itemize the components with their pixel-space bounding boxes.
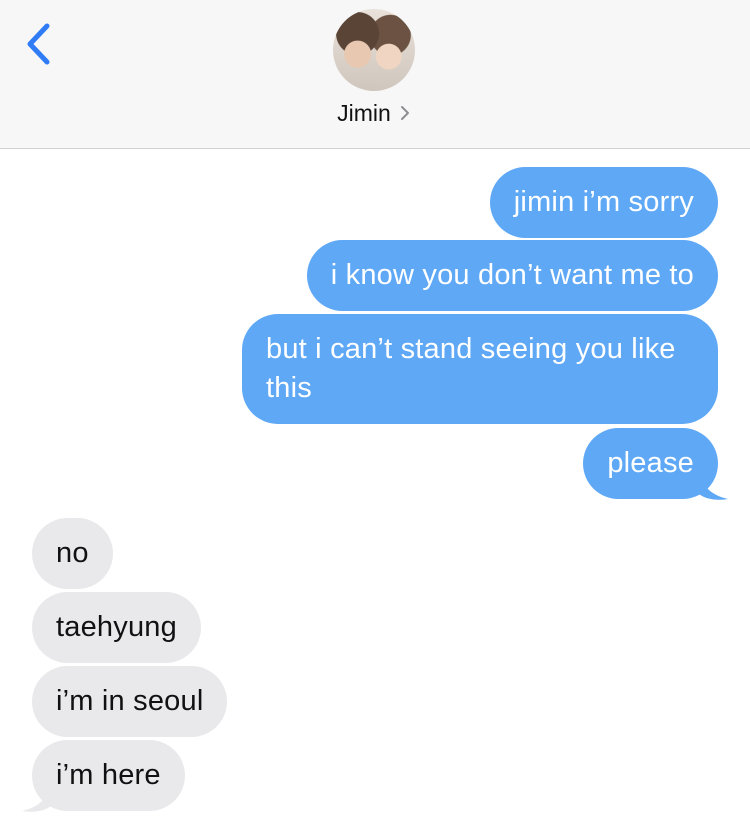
chevron-right-icon: [400, 106, 409, 120]
contact-details-button[interactable]: Jimin: [0, 98, 750, 128]
back-button[interactable]: [18, 20, 58, 68]
contact-name: Jimin: [337, 99, 391, 126]
sent-message[interactable]: i know you don’t want me to: [306, 240, 718, 311]
chevron-left-icon: [27, 23, 50, 65]
sent-bubble-tail: [698, 471, 728, 500]
contact-avatar[interactable]: [333, 9, 415, 91]
received-message[interactable]: i’m in seoul: [32, 666, 228, 737]
conversation-header: Jimin: [0, 0, 750, 149]
received-message[interactable]: i’m here: [32, 740, 185, 811]
received-bubble-tail: [22, 783, 52, 812]
received-message[interactable]: taehyung: [32, 592, 201, 663]
sent-message[interactable]: jimin i’m sorry: [489, 167, 718, 238]
received-message[interactable]: no: [32, 518, 113, 589]
sent-message[interactable]: but i can’t stand seeing you like this: [242, 314, 718, 424]
